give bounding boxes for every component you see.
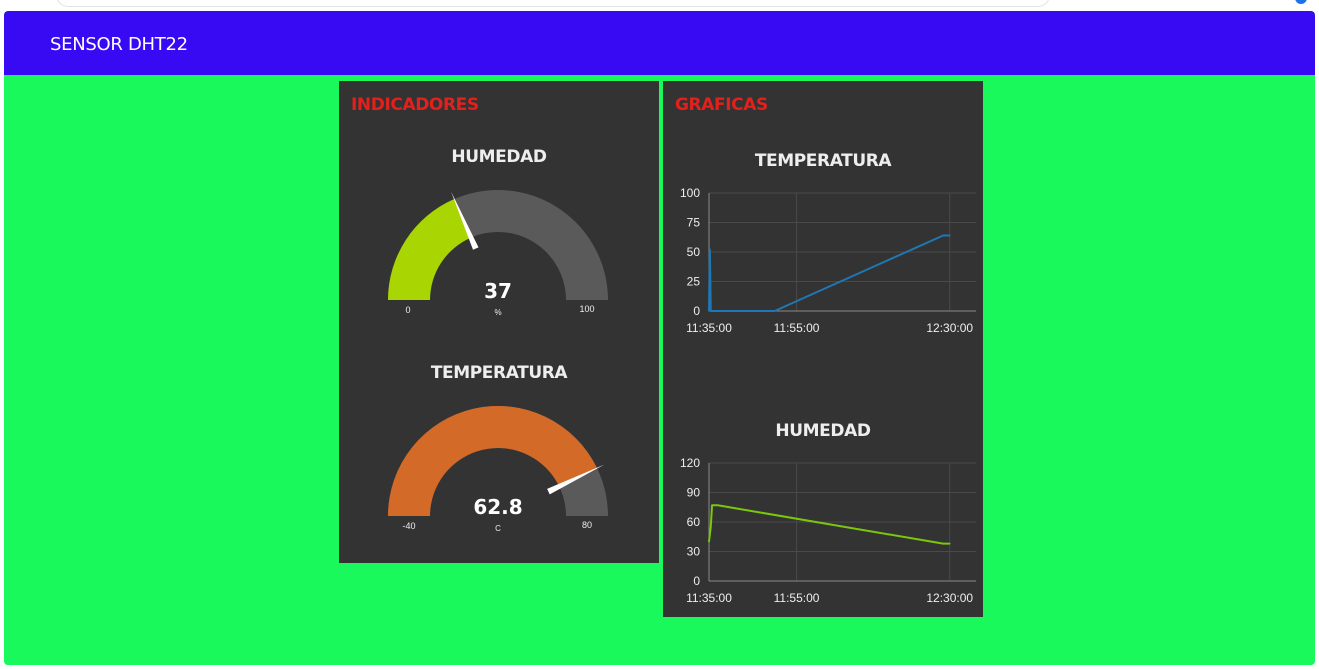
humidity-gauge-min: 0 [405, 305, 411, 315]
temperature-gauge-min: -40 [402, 521, 416, 531]
humidity-chart-x-tick-label: 12:30:00 [926, 591, 973, 605]
temperature-gauge-max: 80 [581, 520, 592, 530]
temperature-chart-data-point [710, 310, 713, 312]
temperature-chart-data-point [942, 234, 944, 237]
humidity-gauge-value: 37 [484, 279, 512, 303]
humidity-chart-y-tick-label: 120 [680, 456, 700, 470]
humidity-chart-data-point [942, 542, 944, 545]
humidity-chart-data-point [716, 504, 719, 507]
humidity-chart-data-point [948, 542, 951, 545]
temperature-chart-title: TEMPERATURA [754, 151, 892, 171]
humidity-chart-data-point [708, 540, 710, 543]
address-bar[interactable] [56, 0, 1050, 7]
group-title-graficas: GRAFICAS [675, 95, 768, 115]
humidity-chart-series-line [708, 504, 950, 545]
temperature-chart-y-tick-label: 75 [687, 216, 701, 230]
group-title-indicadores: INDICADORES [351, 95, 479, 115]
temperature-chart-x-tick-label: 11:35:00 [686, 321, 732, 335]
humidity-gauge-label: HUMEDAD [451, 147, 547, 167]
temperature-gauge-value: 62.8 [473, 495, 523, 519]
group-indicadores: INDICADORES HUMEDAD 37 % 0 100 TEMPERATU… [339, 81, 659, 563]
humidity-chart-y-tick-label: 30 [687, 545, 701, 559]
temperature-chart: 0 25 50 75 100 11:35:00 11:55:00 12:30:00 [680, 186, 976, 335]
temperature-chart-series-line [708, 234, 950, 312]
temperature-chart-data-point [773, 310, 776, 312]
top-toolbar: SENSOR DHT22 [4, 11, 1315, 75]
group-graficas: GRAFICAS TEMPERATURA 0 25 50 75 100 11:35:00 1… [663, 81, 983, 617]
dashboard: SENSOR DHT22 INDICADORES HUMEDAD 37 % 0 … [4, 11, 1315, 665]
temperature-chart-y-tick-label: 100 [680, 186, 700, 200]
humidity-gauge-units: % [494, 308, 502, 317]
temperature-chart-y-tick-label: 50 [687, 245, 701, 259]
humidity-chart: 0 30 60 90 120 11:35:00 11:55:00 12:30:00 [680, 456, 976, 605]
humidity-chart-y-tick-label: 0 [693, 574, 700, 588]
humidity-chart-data-point [711, 504, 713, 507]
temperature-chart-data-point [948, 234, 951, 237]
temperature-chart-x-tick-label: 12:30:00 [926, 321, 973, 335]
humidity-chart-title: HUMEDAD [775, 421, 871, 441]
temperature-chart-x-tick-label: 11:55:00 [774, 321, 820, 335]
humidity-chart-y-tick-label: 90 [687, 486, 701, 500]
temperature-chart-data-point [709, 248, 711, 251]
humidity-chart-data-point [709, 526, 712, 528]
temperature-gauge-label: TEMPERATURA [430, 363, 568, 383]
humidity-chart-y-tick-label: 60 [687, 515, 701, 529]
temperature-chart-y-tick-label: 0 [693, 304, 700, 318]
dashboard-title: SENSOR DHT22 [50, 34, 188, 55]
humidity-chart-x-tick-label: 11:35:00 [686, 591, 732, 605]
temperature-gauge-units: C [495, 524, 501, 533]
profile-icon[interactable] [1295, 0, 1307, 4]
humidity-gauge: 37 % 0 100 [339, 181, 657, 321]
temperature-chart-data-point [708, 310, 710, 312]
humidity-chart-x-tick-label: 11:55:00 [774, 591, 820, 605]
temperature-gauge: 62.8 C -40 80 [339, 397, 657, 537]
humidity-gauge-max: 100 [579, 304, 595, 314]
temperature-chart-y-tick-label: 25 [687, 275, 701, 289]
